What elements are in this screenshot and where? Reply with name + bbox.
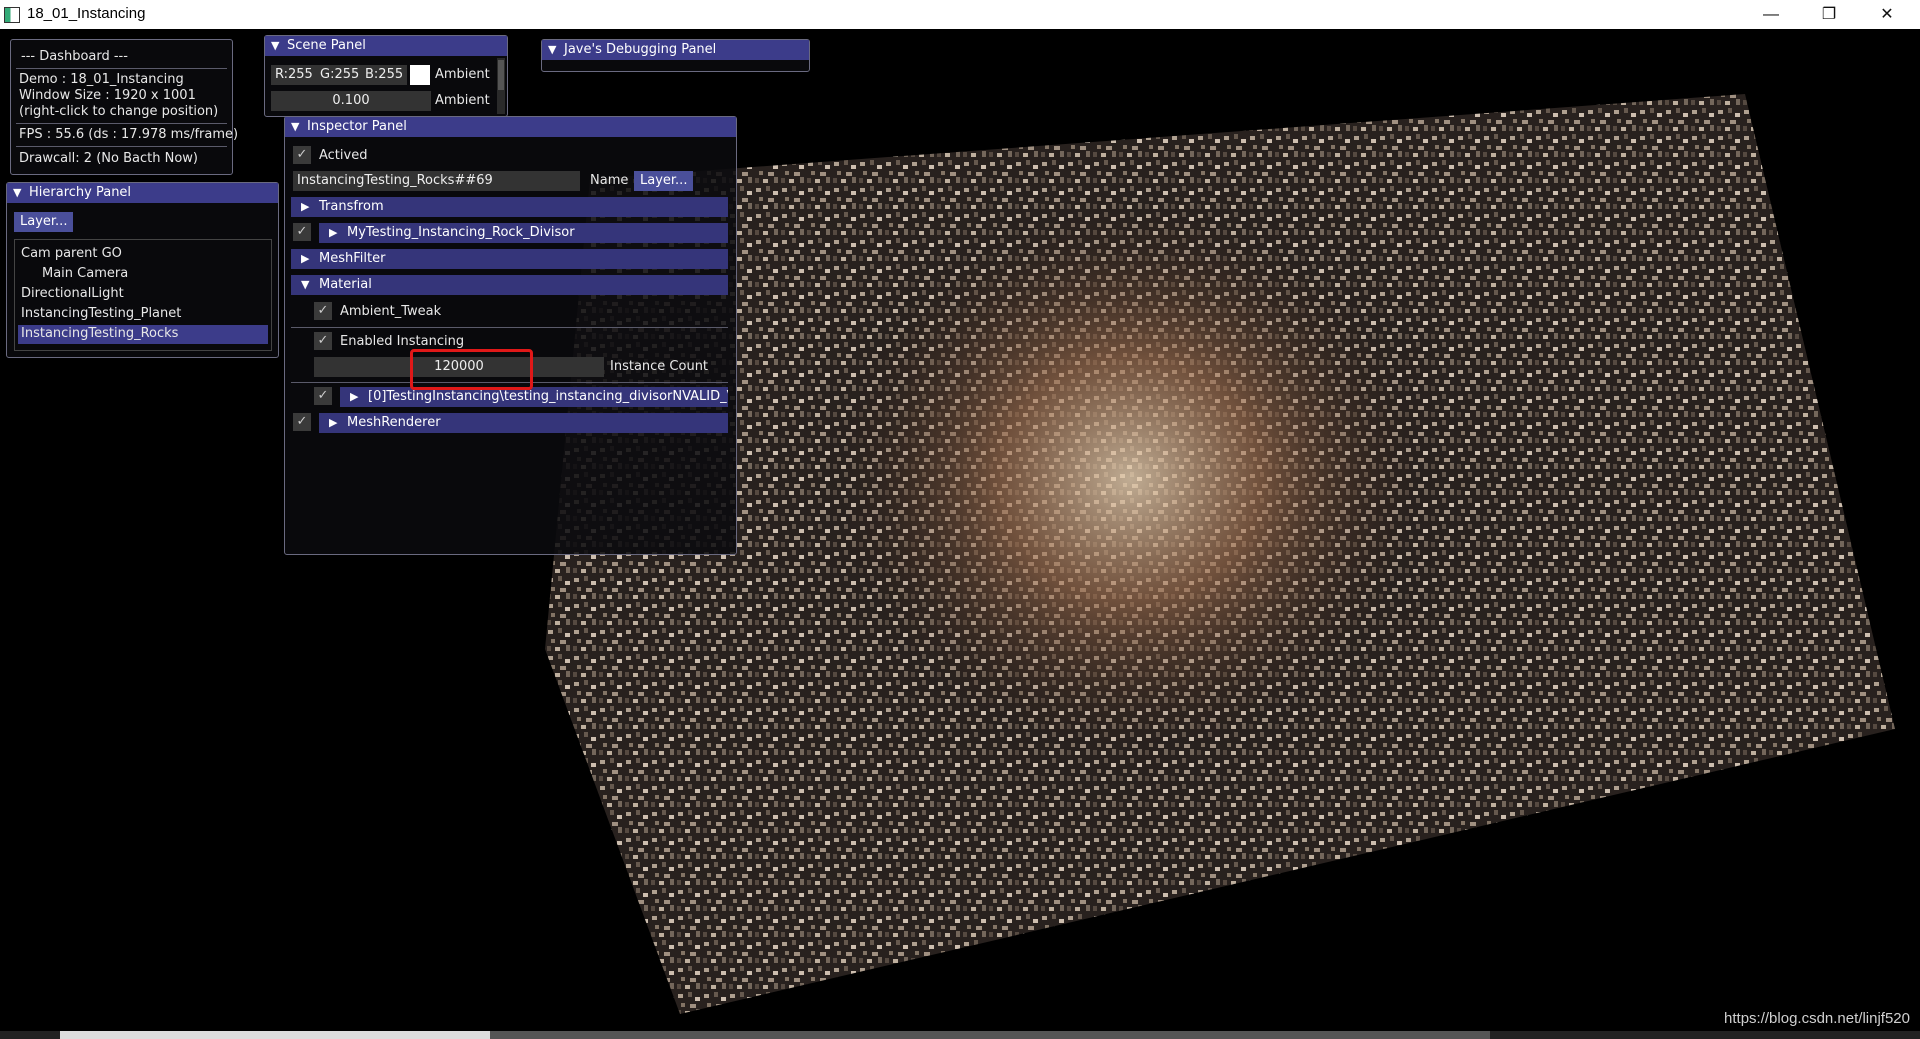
drawcall-label: Drawcall: 2 (No Bacth Now) <box>19 151 198 166</box>
position-hint: (right-click to change position) <box>19 104 219 119</box>
tree-item-rocks-label: InstancingTesting_Rocks <box>21 326 179 341</box>
collapse-arrow-icon[interactable]: ▼ <box>13 183 21 203</box>
expand-arrow-icon: ▶ <box>329 226 338 239</box>
expand-arrow-icon: ▶ <box>329 416 338 429</box>
script-enabled-checkbox[interactable]: ✓ <box>293 223 311 241</box>
hierarchy-panel: ▼ Hierarchy Panel Layer... Cam parent GO… <box>6 182 279 358</box>
scene-panel-title: Scene Panel <box>287 38 366 53</box>
app-icon <box>4 7 20 23</box>
ambient-g-field[interactable]: G:255 <box>316 65 364 85</box>
hierarchy-panel-title: Hierarchy Panel <box>29 185 132 200</box>
expand-arrow-icon: ▶ <box>301 200 310 213</box>
name-input[interactable]: InstancingTesting_Rocks##69 <box>293 171 580 191</box>
collapse-arrow-icon[interactable]: ▼ <box>271 36 279 56</box>
collapse-arrow-icon[interactable]: ▼ <box>548 40 556 60</box>
inspector-layer-button[interactable]: Layer... <box>634 171 694 191</box>
close-button[interactable]: ✕ <box>1858 0 1916 29</box>
instance-count-highlight <box>410 349 533 390</box>
meshfilter-section[interactable]: ▶ MeshFilter <box>291 249 728 269</box>
collapse-arrow-icon: ▼ <box>301 278 310 291</box>
enabled-instancing-checkbox[interactable]: ✓ <box>314 332 332 350</box>
tree-item-planet[interactable]: InstancingTesting_Planet <box>21 306 181 321</box>
tree-item-main-camera[interactable]: Main Camera <box>42 266 128 281</box>
hierarchy-tree: Cam parent GO Main Camera DirectionalLig… <box>14 239 272 351</box>
script-component-label: MyTesting_Instancing_Rock_Divisor <box>347 225 575 240</box>
shader-enabled-checkbox[interactable]: ✓ <box>314 387 332 405</box>
fps-label: FPS : 55.6 (ds : 17.978 ms/frame) <box>19 127 239 142</box>
debugging-panel-header[interactable]: ▼ Jave's Debugging Panel <box>542 40 809 60</box>
name-label: Name <box>590 173 629 188</box>
demo-label: Demo : 18_01_Instancing <box>19 72 184 87</box>
restore-button[interactable]: ❐ <box>1800 0 1858 29</box>
window-title: 18_01_Instancing <box>27 5 146 22</box>
shader-entry-label: [0]TestingInstancing\testing_instancing_… <box>368 389 728 404</box>
shader-entry-section[interactable]: ▶ [0]TestingInstancing\testing_instancin… <box>340 387 728 407</box>
minimize-button[interactable]: — <box>1742 0 1800 29</box>
debugging-panel: ▼ Jave's Debugging Panel <box>541 39 810 72</box>
inspector-panel-header[interactable]: ▼ Inspector Panel <box>285 117 736 137</box>
collapse-arrow-icon[interactable]: ▼ <box>291 117 299 137</box>
scene-panel-header[interactable]: ▼ Scene Panel <box>265 36 507 56</box>
actived-checkbox[interactable]: ✓ <box>293 146 311 164</box>
window-size-label: Window Size : 1920 x 1001 <box>19 88 196 103</box>
ambient-value-label: Ambient <box>435 93 490 108</box>
meshrenderer-label: MeshRenderer <box>347 415 441 430</box>
ambient-r-field[interactable]: R:255 <box>271 65 317 85</box>
expand-arrow-icon: ▶ <box>301 252 310 265</box>
expand-arrow-icon: ▶ <box>350 390 359 403</box>
enabled-instancing-label: Enabled Instancing <box>340 334 465 349</box>
meshrenderer-enabled-checkbox[interactable]: ✓ <box>293 413 311 431</box>
material-section[interactable]: ▼ Material <box>291 275 728 295</box>
actived-label: Actived <box>319 148 368 163</box>
tree-item-cam-parent[interactable]: Cam parent GO <box>21 246 122 261</box>
ambient-color-label: Ambient <box>435 67 490 82</box>
inspector-panel: ▼ Inspector Panel ✓ Actived InstancingTe… <box>284 116 737 555</box>
ambient-tweak-label: Ambient_Tweak <box>340 304 442 319</box>
watermark: https://blog.csdn.net/linjf520 <box>1724 1010 1910 1027</box>
debugging-panel-title: Jave's Debugging Panel <box>564 42 717 57</box>
ambient-value-slider[interactable]: 0.100 <box>271 91 431 111</box>
hierarchy-layer-button[interactable]: Layer... <box>14 212 74 232</box>
window-titlebar: 18_01_Instancing — ❐ ✕ <box>0 0 1920 29</box>
transform-section[interactable]: ▶ Transfrom <box>291 197 728 217</box>
material-label: Material <box>319 277 372 292</box>
scene-panel: ▼ Scene Panel R:255 G:255 B:255 Ambient … <box>264 35 508 117</box>
ambient-b-field[interactable]: B:255 <box>361 65 408 85</box>
inspector-panel-title: Inspector Panel <box>307 119 407 134</box>
restore-icon: ❐ <box>1821 6 1837 23</box>
transform-label: Transfrom <box>319 199 384 214</box>
meshrenderer-section[interactable]: ▶ MeshRenderer <box>319 413 728 433</box>
script-component-section[interactable]: ▶ MyTesting_Instancing_Rock_Divisor <box>319 223 728 243</box>
close-icon: ✕ <box>1880 6 1894 23</box>
scene-panel-scrollbar[interactable] <box>497 58 505 114</box>
ambient-tweak-checkbox[interactable]: ✓ <box>314 302 332 320</box>
ambient-color-swatch[interactable] <box>410 65 430 85</box>
hierarchy-panel-header[interactable]: ▼ Hierarchy Panel <box>7 183 278 203</box>
instance-count-label: Instance Count <box>610 359 709 374</box>
tree-item-rocks[interactable]: InstancingTesting_Rocks <box>18 325 268 344</box>
minimize-icon: — <box>1763 6 1779 23</box>
tree-item-directional-light[interactable]: DirectionalLight <box>21 286 124 301</box>
dashboard-header: --- Dashboard --- <box>21 49 128 64</box>
dashboard-panel: --- Dashboard --- Demo : 18_01_Instancin… <box>10 39 238 175</box>
meshfilter-label: MeshFilter <box>319 251 386 266</box>
bottom-strip <box>0 1031 1920 1039</box>
